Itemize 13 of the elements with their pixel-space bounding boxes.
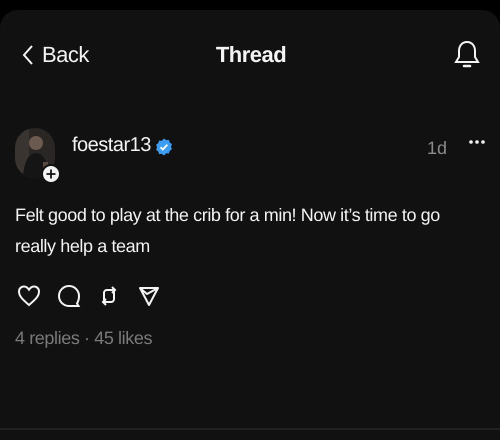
comment-icon[interactable] (57, 284, 81, 308)
more-options-icon[interactable] (469, 140, 485, 144)
username[interactable]: foestar13 (72, 134, 151, 157)
bell-icon[interactable] (454, 40, 480, 70)
post-text: Felt good to play at the crib for a min! Now it’s time to go really help a team (15, 204, 441, 258)
page-title: Thread (216, 42, 286, 68)
post-stats: 4 replies · 45 likes (15, 328, 154, 349)
post-time: 1d (426, 138, 447, 159)
send-icon[interactable] (137, 284, 161, 308)
chevron-left-icon (22, 44, 34, 66)
heart-icon[interactable] (17, 284, 41, 308)
follow-plus-icon[interactable] (41, 164, 61, 184)
back-button[interactable]: Back (22, 42, 89, 68)
